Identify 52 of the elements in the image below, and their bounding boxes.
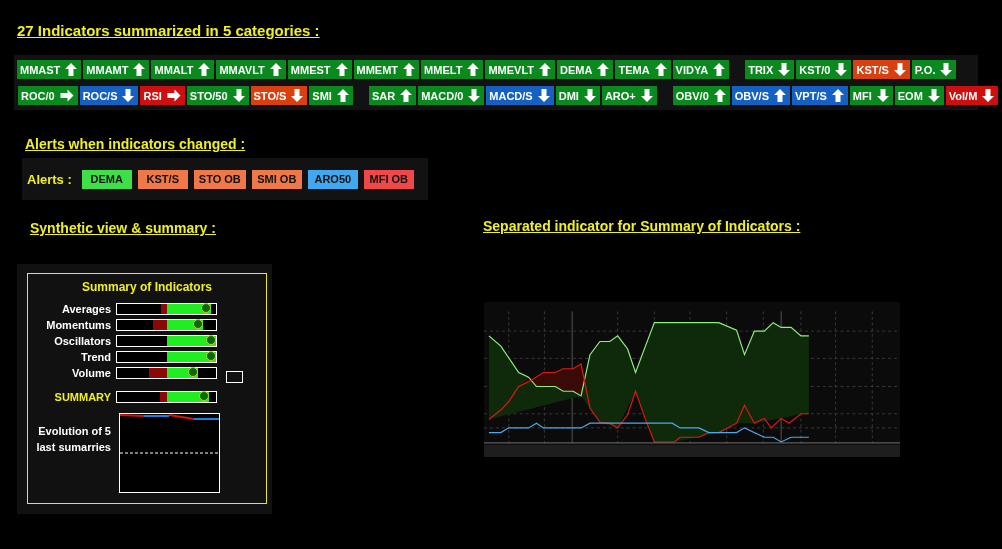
indicator-tag: TRIX [745,60,795,79]
alerts-label: Alerts : [27,171,72,187]
indicator-tag: MACD/0 [418,86,485,105]
indicator-tag: MMAVLT [216,60,286,79]
indicator-tag: TEMA [615,60,671,79]
page-title: 27 Indicators summarized in 5 categories : [17,22,320,39]
indicator-tag: Vol/M [945,86,999,105]
indicator-tag: MMEVLT [485,60,555,79]
indicator-tag: OBV/0 [672,86,730,105]
alert-tag: MFI OB [363,169,414,189]
indicator-tag: MACD/S [486,86,554,105]
indicator-tag: KST/S [853,60,910,79]
indicator-tag: MMAST [17,60,82,79]
indicator-tag: DEMA [557,60,614,79]
category-label: Trend [80,351,112,363]
section-heading: Separated indicator for Summary of Indicators : [483,218,801,234]
alert-tag: DEMA [81,169,132,189]
indicator-tag: MMEST [287,60,352,79]
section-heading: Alerts when indicators changed : [25,136,246,152]
indicator-tag: VIDYA [672,60,730,79]
alert-tag: SMI OB [251,169,302,189]
indicator-tag: STO/S [250,86,308,105]
section-heading: Synthetic view & summary : [30,220,216,236]
indicator-tag: KST/0 [796,60,852,79]
evolution-label: Evolution of 5 last sumarries [35,424,112,455]
indicator-tag: MMALT [151,60,215,79]
indicator-tag: SMI [309,86,353,105]
summary-title: Summary of Indicators [81,280,213,294]
category-label: Oscillators [53,335,112,347]
category-label: Averages [60,303,112,315]
alert-tag: KST/S [137,169,188,189]
indicator-tag: MMELT [421,60,484,79]
indicator-tag: P.O. [911,60,957,79]
alert-tag: ARO50 [307,169,358,189]
indicator-tag: ROC/0 [18,86,78,105]
empty-box [226,371,243,383]
indicator-tag: DMI [555,86,600,105]
category-label: Volume [71,367,112,379]
category-label: SUMMARY [53,391,112,403]
indicator-tag: MFI [849,86,893,105]
category-label: Momentums [45,319,112,331]
indicator-tag: ROC/S [79,86,139,105]
indicator-tag: MMAMT [83,60,150,79]
alert-tag: STO OB [193,169,246,189]
indicator-tag: ARO+ [601,86,657,105]
indicator-tag: STO/50 [186,86,249,105]
indicator-tag: MMEMT [353,60,420,79]
indicator-tag: EOM [894,86,944,105]
indicator-tag: OBV/S [731,86,790,105]
indicator-tag: VPT/S [792,86,848,105]
indicator-tag: RSI [140,86,185,105]
indicator-tag: SAR [368,86,417,105]
